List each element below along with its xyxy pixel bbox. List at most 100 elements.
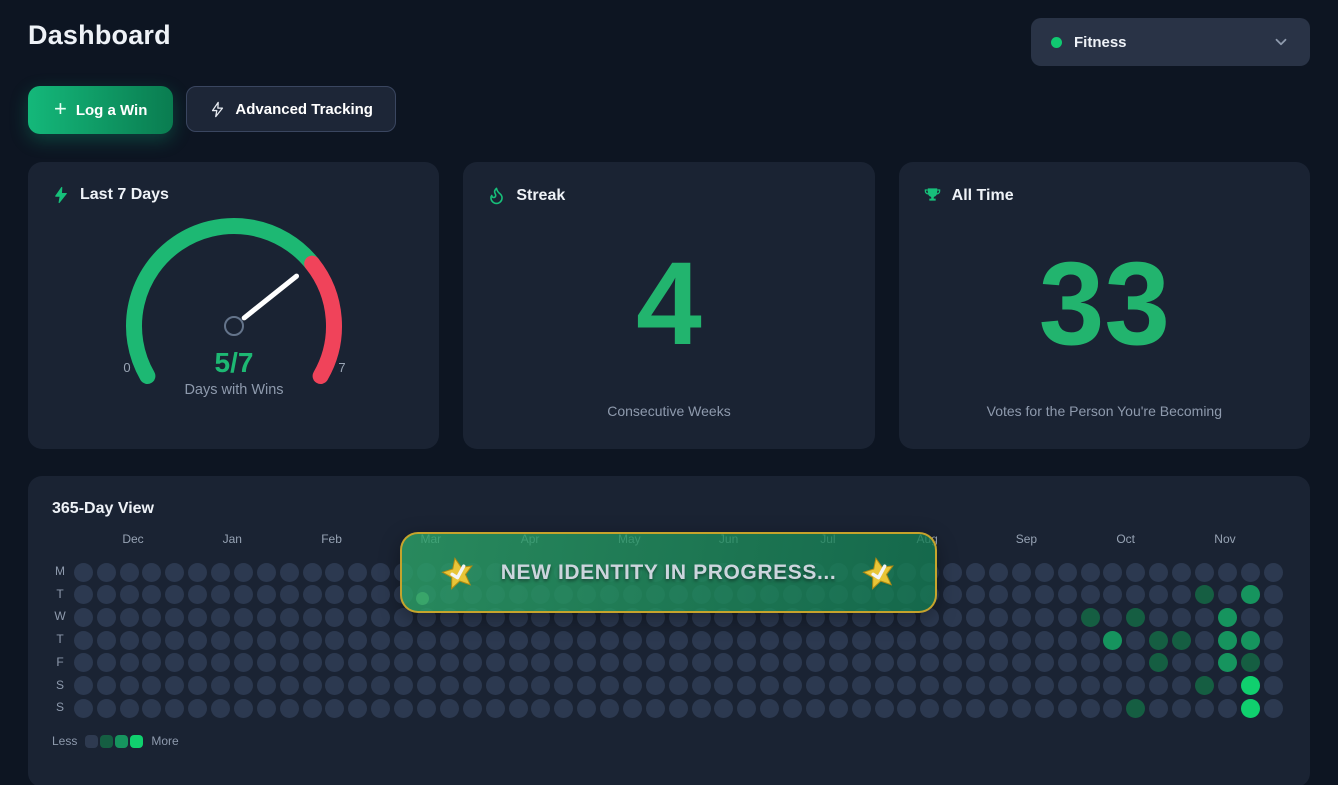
heatmap-cell[interactable] xyxy=(577,699,596,718)
heatmap-cell[interactable] xyxy=(1218,676,1237,695)
heatmap-cell[interactable] xyxy=(600,631,619,650)
heatmap-cell[interactable] xyxy=(303,699,322,718)
heatmap-cell[interactable] xyxy=(1103,676,1122,695)
heatmap-cell[interactable] xyxy=(1195,563,1214,582)
heatmap-cell[interactable] xyxy=(1035,631,1054,650)
heatmap-cell[interactable] xyxy=(1012,653,1031,672)
heatmap-cell[interactable] xyxy=(303,608,322,627)
heatmap-cell[interactable] xyxy=(280,653,299,672)
heatmap-cell[interactable] xyxy=(142,608,161,627)
heatmap-cell[interactable] xyxy=(943,563,962,582)
heatmap-cell[interactable] xyxy=(257,585,276,604)
heatmap-cell[interactable] xyxy=(234,676,253,695)
heatmap-cell[interactable] xyxy=(188,608,207,627)
heatmap-cell[interactable] xyxy=(1172,653,1191,672)
heatmap-cell[interactable] xyxy=(188,631,207,650)
heatmap-cell[interactable] xyxy=(897,631,916,650)
heatmap-cell[interactable] xyxy=(1218,631,1237,650)
heatmap-cell[interactable] xyxy=(1195,699,1214,718)
heatmap-cell[interactable] xyxy=(371,563,390,582)
heatmap-cell[interactable] xyxy=(1241,563,1260,582)
heatmap-cell[interactable] xyxy=(989,608,1008,627)
heatmap-cell[interactable] xyxy=(280,676,299,695)
heatmap-cell[interactable] xyxy=(554,631,573,650)
heatmap-cell[interactable] xyxy=(943,585,962,604)
heatmap-cell[interactable] xyxy=(303,631,322,650)
heatmap-cell[interactable] xyxy=(646,676,665,695)
heatmap-cell[interactable] xyxy=(325,563,344,582)
heatmap-cell[interactable] xyxy=(234,585,253,604)
heatmap-cell[interactable] xyxy=(897,699,916,718)
heatmap-cell[interactable] xyxy=(165,699,184,718)
heatmap-cell[interactable] xyxy=(120,653,139,672)
heatmap-cell[interactable] xyxy=(394,676,413,695)
heatmap-cell[interactable] xyxy=(120,676,139,695)
heatmap-cell[interactable] xyxy=(1058,585,1077,604)
heatmap-cell[interactable] xyxy=(1172,608,1191,627)
heatmap-cell[interactable] xyxy=(1081,699,1100,718)
heatmap-cell[interactable] xyxy=(486,653,505,672)
heatmap-cell[interactable] xyxy=(280,631,299,650)
heatmap-cell[interactable] xyxy=(920,631,939,650)
heatmap-cell[interactable] xyxy=(554,699,573,718)
heatmap-cell[interactable] xyxy=(165,608,184,627)
heatmap-cell[interactable] xyxy=(97,563,116,582)
heatmap-cell[interactable] xyxy=(966,563,985,582)
heatmap-cell[interactable] xyxy=(486,631,505,650)
heatmap-cell[interactable] xyxy=(714,699,733,718)
heatmap-cell[interactable] xyxy=(1195,608,1214,627)
heatmap-cell[interactable] xyxy=(394,631,413,650)
heatmap-cell[interactable] xyxy=(142,631,161,650)
heatmap-cell[interactable] xyxy=(1241,585,1260,604)
heatmap-cell[interactable] xyxy=(97,585,116,604)
heatmap-cell[interactable] xyxy=(440,653,459,672)
heatmap-cell[interactable] xyxy=(509,653,528,672)
heatmap-cell[interactable] xyxy=(1058,676,1077,695)
heatmap-cell[interactable] xyxy=(1103,653,1122,672)
heatmap-cell[interactable] xyxy=(1241,608,1260,627)
heatmap-cell[interactable] xyxy=(1103,585,1122,604)
heatmap-cell[interactable] xyxy=(1058,563,1077,582)
heatmap-cell[interactable] xyxy=(806,653,825,672)
heatmap-cell[interactable] xyxy=(211,585,230,604)
heatmap-cell[interactable] xyxy=(1012,631,1031,650)
heatmap-cell[interactable] xyxy=(1058,653,1077,672)
heatmap-cell[interactable] xyxy=(234,653,253,672)
heatmap-cell[interactable] xyxy=(875,653,894,672)
heatmap-cell[interactable] xyxy=(463,699,482,718)
heatmap-cell[interactable] xyxy=(669,699,688,718)
heatmap-cell[interactable] xyxy=(120,608,139,627)
heatmap-cell[interactable] xyxy=(989,653,1008,672)
heatmap-cell[interactable] xyxy=(966,631,985,650)
heatmap-cell[interactable] xyxy=(623,676,642,695)
heatmap-cell[interactable] xyxy=(1012,699,1031,718)
heatmap-cell[interactable] xyxy=(280,699,299,718)
heatmap-cell[interactable] xyxy=(348,676,367,695)
heatmap-cell[interactable] xyxy=(531,676,550,695)
heatmap-cell[interactable] xyxy=(463,676,482,695)
heatmap-cell[interactable] xyxy=(1126,676,1145,695)
heatmap-cell[interactable] xyxy=(692,676,711,695)
heatmap-cell[interactable] xyxy=(1035,608,1054,627)
heatmap-cell[interactable] xyxy=(875,699,894,718)
heatmap-cell[interactable] xyxy=(600,676,619,695)
heatmap-cell[interactable] xyxy=(97,631,116,650)
heatmap-cell[interactable] xyxy=(1264,608,1283,627)
heatmap-cell[interactable] xyxy=(74,653,93,672)
heatmap-cell[interactable] xyxy=(692,653,711,672)
heatmap-cell[interactable] xyxy=(1195,631,1214,650)
heatmap-cell[interactable] xyxy=(188,563,207,582)
heatmap-cell[interactable] xyxy=(165,653,184,672)
heatmap-cell[interactable] xyxy=(417,653,436,672)
heatmap-cell[interactable] xyxy=(760,653,779,672)
heatmap-cell[interactable] xyxy=(234,608,253,627)
heatmap-cell[interactable] xyxy=(806,631,825,650)
heatmap-cell[interactable] xyxy=(714,631,733,650)
heatmap-cell[interactable] xyxy=(989,585,1008,604)
heatmap-cell[interactable] xyxy=(554,653,573,672)
heatmap-cell[interactable] xyxy=(760,676,779,695)
heatmap-cell[interactable] xyxy=(943,631,962,650)
heatmap-cell[interactable] xyxy=(211,676,230,695)
heatmap-cell[interactable] xyxy=(989,631,1008,650)
heatmap-cell[interactable] xyxy=(1218,585,1237,604)
